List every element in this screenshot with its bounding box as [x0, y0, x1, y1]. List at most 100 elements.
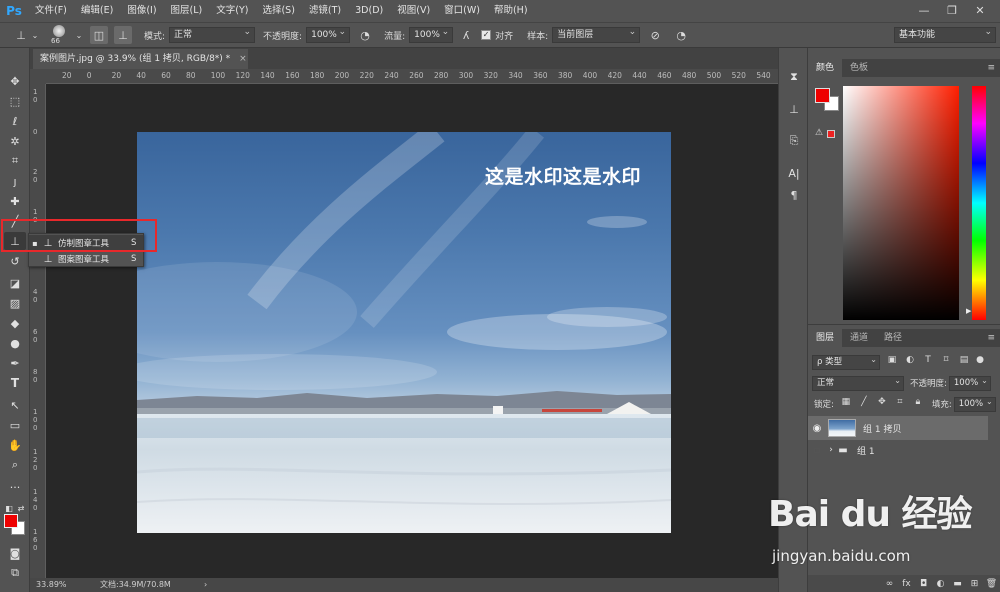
lock-transparent-icon[interactable]: ▦ [840, 397, 852, 411]
tab-paths[interactable]: 路径 [876, 329, 910, 347]
adjustment-icon[interactable]: ◐ [932, 579, 949, 589]
pattern-stamp-menu-item[interactable]: ⊥ 图案图章工具 S [29, 251, 143, 267]
workspace-select[interactable]: 基本功能 [894, 25, 996, 43]
path-selection-tool-icon[interactable]: ↖ [4, 396, 26, 414]
crop-tool-icon[interactable]: ⌗ [4, 152, 26, 170]
gradient-tool-icon[interactable]: ▨ [4, 294, 26, 312]
new-layer-icon[interactable]: ⊞ [966, 579, 983, 589]
pen-tool-icon[interactable]: ✒ [4, 354, 26, 372]
lock-artboard-icon[interactable]: ⌗ [894, 397, 906, 411]
move-tool-icon[interactable]: ✥ [4, 72, 26, 90]
ignore-adjustment-icon[interactable]: ⊘ [646, 26, 664, 44]
ruler-corner[interactable] [30, 69, 46, 84]
clone-source-panel-icon[interactable]: ⊥ [784, 100, 804, 118]
lasso-tool-icon[interactable]: ℓ [4, 112, 26, 130]
pixel-filter-icon[interactable]: ▣ [886, 355, 898, 369]
visibility-eye-icon[interactable]: ◉ [808, 423, 826, 434]
chevron-down-icon[interactable]: ⌄ [74, 26, 84, 44]
airbrush-icon[interactable]: ʎ [457, 26, 475, 44]
menu-filter[interactable]: 滤镜(T) [302, 0, 348, 22]
trash-icon[interactable]: 🗑︎ [983, 579, 1000, 589]
link-icon[interactable]: ∞ [881, 579, 898, 589]
status-menu-arrow-icon[interactable]: › [204, 578, 207, 592]
group-icon[interactable]: ▬ [949, 579, 966, 589]
panel-menu-icon[interactable]: ≡ [987, 333, 995, 343]
expand-arrow-icon[interactable]: › [826, 445, 836, 455]
fill-input[interactable]: 100% [953, 395, 996, 412]
clone-stamp-preset-icon[interactable]: ⊥ [12, 26, 30, 44]
layer-opacity-input[interactable]: 100% [948, 374, 991, 391]
minimize-button[interactable]: — [910, 0, 938, 22]
mask-icon[interactable]: ◘ [915, 579, 932, 589]
character-panel-icon[interactable]: A| [784, 164, 804, 182]
shape-filter-icon[interactable]: ⌑ [940, 355, 952, 369]
smart-object-filter-icon[interactable]: ▤ [958, 355, 970, 369]
hue-slider[interactable] [972, 86, 986, 320]
menu-help[interactable]: 帮助(H) [487, 0, 535, 22]
hand-tool-icon[interactable]: ✋ [4, 436, 26, 454]
menu-view[interactable]: 视图(V) [390, 0, 437, 22]
tab-channels[interactable]: 通道 [842, 329, 876, 347]
properties-panel-icon[interactable]: ⎘ [784, 132, 804, 150]
history-brush-tool-icon[interactable]: ↺ [4, 252, 26, 270]
flow-input[interactable]: 100% [409, 25, 454, 43]
canvas-area[interactable]: 这是水印这是水印 [46, 84, 778, 578]
paragraph-panel-icon[interactable]: ¶ [784, 186, 804, 204]
filter-toggle-icon[interactable]: ● [974, 355, 986, 369]
clone-source-icon[interactable]: ⊥ [114, 26, 132, 44]
tab-close-icon[interactable]: × [239, 54, 247, 64]
brush-panel-icon[interactable]: ◫ [90, 26, 108, 44]
zoom-level[interactable]: 33.89% [36, 578, 67, 592]
eyedropper-tool-icon[interactable]: ȷ [4, 172, 26, 190]
restore-button[interactable]: ❐ [938, 0, 966, 22]
screen-mode-icon[interactable]: ⧉ [4, 564, 26, 582]
menu-window[interactable]: 窗口(W) [437, 0, 487, 22]
eraser-tool-icon[interactable]: ◪ [4, 274, 26, 292]
mode-select[interactable]: 正常 [169, 25, 256, 43]
pressure-opacity-icon[interactable]: ◔ [356, 26, 374, 44]
fx-icon[interactable]: fx [898, 579, 915, 589]
more-tools-icon[interactable]: ··· [4, 478, 26, 496]
vertical-ruler[interactable]: 100201020406080100120140160 [30, 84, 46, 578]
healing-brush-tool-icon[interactable]: ✚ [4, 192, 26, 210]
brush-size-picker[interactable]: 66 [48, 23, 74, 47]
document-image[interactable]: 这是水印这是水印 [137, 132, 671, 533]
out-of-gamut-warning-icon[interactable]: ⚠ [815, 128, 823, 138]
color-picker-field[interactable] [843, 86, 959, 320]
document-tab[interactable]: 案例图片.jpg @ 33.9% (组 1 拷贝, RGB/8*) * × [33, 49, 248, 69]
tab-swatches[interactable]: 色板 [842, 59, 876, 77]
lock-all-icon[interactable]: 🔒︎ [912, 397, 924, 411]
tab-color[interactable]: 颜色 [808, 59, 843, 77]
visibility-off-icon[interactable]: ▫ [808, 445, 826, 456]
adjustment-filter-icon[interactable]: ◐ [904, 355, 916, 369]
menu-file[interactable]: 文件(F) [28, 0, 74, 22]
type-tool-icon[interactable]: T [4, 374, 26, 392]
rectangle-tool-icon[interactable]: ▭ [4, 416, 26, 434]
layer-row[interactable]: ▫ › ▬ 组 1 [808, 440, 988, 460]
menu-layer[interactable]: 图层(L) [164, 0, 210, 22]
tab-layers[interactable]: 图层 [808, 329, 843, 347]
zoom-tool-icon[interactable]: ⌕ [4, 456, 26, 474]
magic-wand-tool-icon[interactable]: ✲ [4, 132, 26, 150]
horizontal-ruler[interactable]: 20 0 20 40 60 80 100 120 140 160 180 200 220 240 260 28… [46, 69, 778, 84]
marquee-tool-icon[interactable]: ⬚ [4, 92, 26, 110]
dodge-tool-icon[interactable]: ● [4, 334, 26, 352]
close-button[interactable]: ✕ [966, 0, 994, 22]
lock-position-icon[interactable]: ✥ [876, 397, 888, 411]
blend-mode-select[interactable]: 正常 [812, 374, 904, 391]
menu-select[interactable]: 选择(S) [255, 0, 301, 22]
hue-slider-handle-icon[interactable]: ▶ [966, 307, 971, 315]
menu-3d[interactable]: 3D(D) [348, 0, 390, 22]
panel-menu-icon[interactable]: ≡ [987, 63, 995, 73]
blur-tool-icon[interactable]: ◆ [4, 314, 26, 332]
align-checkbox[interactable]: ✓ [481, 30, 492, 40]
history-panel-icon[interactable]: ⧗ [784, 68, 804, 86]
foreground-color-swatch[interactable] [815, 88, 830, 103]
opacity-input[interactable]: 100% [306, 25, 351, 43]
sample-select[interactable]: 当前图层 [552, 25, 641, 43]
lock-image-icon[interactable]: ╱ [858, 397, 870, 411]
menu-edit[interactable]: 编辑(E) [74, 0, 120, 22]
menu-type[interactable]: 文字(Y) [209, 0, 255, 22]
gamut-color-swatch[interactable] [827, 130, 835, 138]
type-filter-icon[interactable]: T [922, 355, 934, 369]
